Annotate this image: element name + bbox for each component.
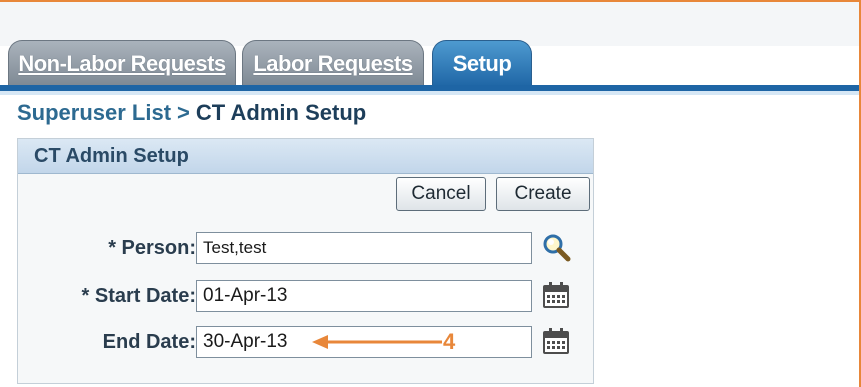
tab-labor-requests-label: Labor Requests (253, 51, 413, 76)
annotation-step-number: 4 (443, 329, 456, 354)
tab-bar-subline (0, 91, 859, 95)
annotation-arrow (312, 335, 442, 349)
end-date-label: End Date: (102, 331, 196, 353)
calendar-icon[interactable] (540, 325, 572, 357)
tab-labor-requests[interactable]: Labor Requests (242, 40, 424, 87)
tab-non-labor-requests[interactable]: Non-Labor Requests (8, 40, 236, 87)
search-icon[interactable] (540, 231, 572, 263)
start-date-label: * Start Date: (81, 285, 196, 307)
person-input[interactable]: Test,test (196, 232, 532, 264)
tab-setup-label: Setup (452, 51, 512, 76)
panel-title: CT Admin Setup (18, 139, 593, 174)
ct-admin-setup-panel: CT Admin Setup Cancel Create * Person: T… (17, 138, 594, 384)
tab-setup[interactable]: Setup (432, 40, 532, 87)
tab-non-labor-requests-label: Non-Labor Requests (18, 51, 226, 76)
start-date-input[interactable]: 01-Apr-13 (196, 280, 532, 312)
cancel-button[interactable]: Cancel (396, 177, 486, 211)
breadcrumb-separator: > (177, 100, 190, 125)
person-label: * Person: (108, 237, 196, 259)
breadcrumb-link-superuser-list[interactable]: Superuser List (17, 100, 171, 125)
breadcrumb-current: CT Admin Setup (195, 100, 367, 125)
breadcrumb: Superuser List > CT Admin Setup (17, 100, 366, 126)
calendar-icon[interactable] (540, 279, 572, 311)
create-button[interactable]: Create (496, 177, 590, 211)
